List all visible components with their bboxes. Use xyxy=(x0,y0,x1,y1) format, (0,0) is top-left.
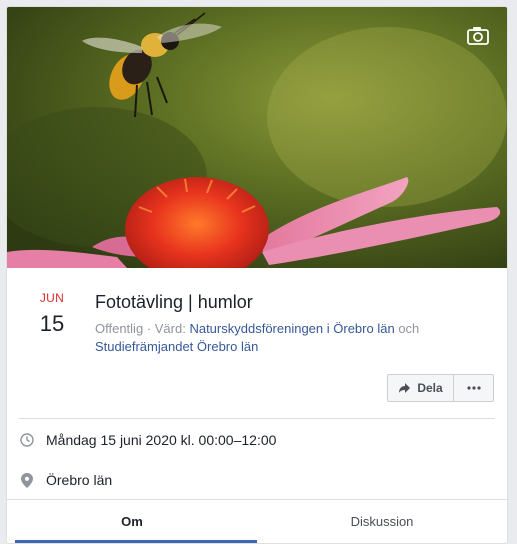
event-meta: Offentlig · Värd: Naturskyddsföreningen … xyxy=(95,320,495,356)
share-button[interactable]: Dela xyxy=(387,374,454,402)
event-month: JUN xyxy=(39,291,65,305)
event-actions: Dela xyxy=(387,374,494,402)
event-title: Fototävling | humlor xyxy=(95,292,253,312)
host-prefix: · Värd: xyxy=(146,321,186,336)
privacy-label: Offentlig xyxy=(95,321,144,336)
clock-icon xyxy=(19,432,35,448)
host-link-naturskydd[interactable]: Naturskyddsföreningen i Örebro län xyxy=(189,321,394,336)
share-label: Dela xyxy=(417,381,443,395)
tab-om[interactable]: Om xyxy=(7,500,257,543)
more-options-button[interactable] xyxy=(454,374,494,402)
event-date-badge: JUN 15 xyxy=(21,291,83,337)
event-location[interactable]: Örebro län xyxy=(46,472,112,488)
bumblebee-flower-image xyxy=(7,7,507,268)
cover-photo xyxy=(7,7,507,268)
event-header: Fototävling | humlor Offentlig · Värd: N… xyxy=(95,290,495,356)
location-pin-icon xyxy=(19,472,35,488)
event-location-row: Örebro län xyxy=(19,472,489,488)
divider xyxy=(19,418,495,419)
event-datetime: Måndag 15 juni 2020 kl. 00:00–12:00 xyxy=(46,432,277,448)
event-tabs: Om Diskussion xyxy=(7,499,507,543)
host-joiner: och xyxy=(398,321,420,336)
ellipsis-icon xyxy=(466,386,481,390)
event-day: 15 xyxy=(39,311,65,336)
host-link-studieframjandet[interactable]: Studiefrämjandet Örebro län xyxy=(95,339,258,354)
event-datetime-row: Måndag 15 juni 2020 kl. 00:00–12:00 xyxy=(19,432,489,448)
camera-icon[interactable] xyxy=(467,25,493,47)
event-card: JUN 15 Fototävling | humlor Offentlig · … xyxy=(6,6,508,544)
tab-diskussion[interactable]: Diskussion xyxy=(257,500,507,543)
share-arrow-icon xyxy=(399,383,411,393)
